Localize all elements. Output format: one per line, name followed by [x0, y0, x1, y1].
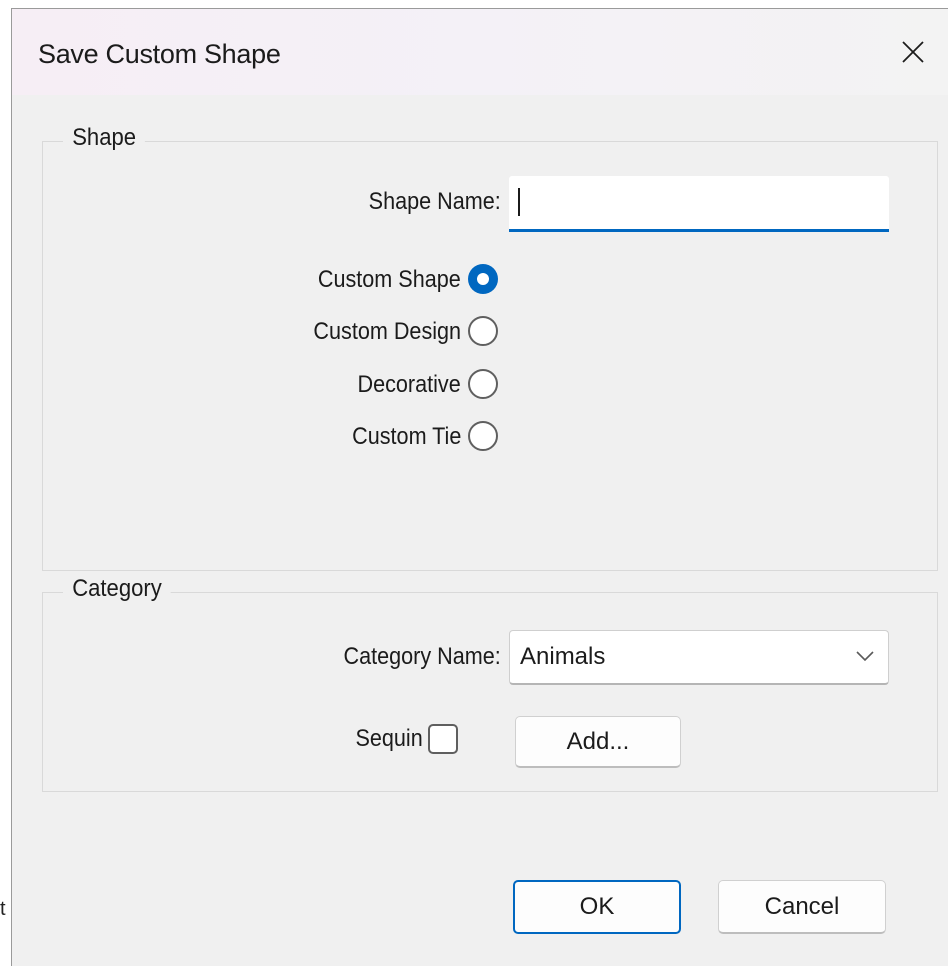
radio-label-custom-tie: Custom Tie — [351, 423, 461, 450]
title-bar: Save Custom Shape — [12, 9, 948, 95]
text-caret — [518, 188, 520, 216]
shape-name-label: Shape Name: — [368, 188, 501, 215]
shape-name-input[interactable] — [509, 176, 889, 232]
radio-label-decorative: Decorative — [357, 371, 461, 398]
category-selected-value: Animals — [520, 643, 606, 670]
category-group-legend: Category — [63, 575, 171, 603]
add-button-label: Add... — [566, 727, 630, 755]
shape-group-legend: Shape — [63, 124, 146, 152]
close-icon — [902, 41, 924, 63]
radio-custom-design[interactable] — [468, 316, 498, 346]
radio-custom-tie[interactable] — [468, 421, 498, 451]
category-name-select[interactable]: Animals — [509, 630, 889, 685]
radio-custom-shape[interactable] — [468, 264, 498, 294]
chevron-down-icon — [856, 651, 874, 662]
radio-label-custom-shape: Custom Shape — [318, 266, 461, 293]
dialog-title: Save Custom Shape — [38, 39, 281, 69]
shape-group: Shape Shape Name: Custom Shape Custom De… — [42, 124, 938, 571]
cancel-button[interactable]: Cancel — [718, 880, 886, 934]
close-button[interactable] — [878, 9, 948, 95]
category-group: Category Category Name: Animals Sequin A… — [42, 575, 938, 792]
category-name-label: Category Name: — [343, 643, 501, 670]
radio-decorative[interactable] — [468, 369, 498, 399]
ok-button[interactable]: OK — [513, 880, 681, 934]
radio-label-custom-design: Custom Design — [313, 318, 461, 345]
sequin-label: Sequin — [355, 725, 423, 752]
ok-button-label: OK — [579, 893, 615, 920]
save-custom-shape-dialog: Save Custom Shape Shape Shape Name: Cust… — [11, 8, 948, 966]
add-category-button[interactable]: Add... — [515, 716, 681, 768]
sequin-checkbox[interactable] — [428, 724, 458, 754]
background-text-fragment: t — [0, 898, 6, 920]
cancel-button-label: Cancel — [764, 892, 840, 920]
